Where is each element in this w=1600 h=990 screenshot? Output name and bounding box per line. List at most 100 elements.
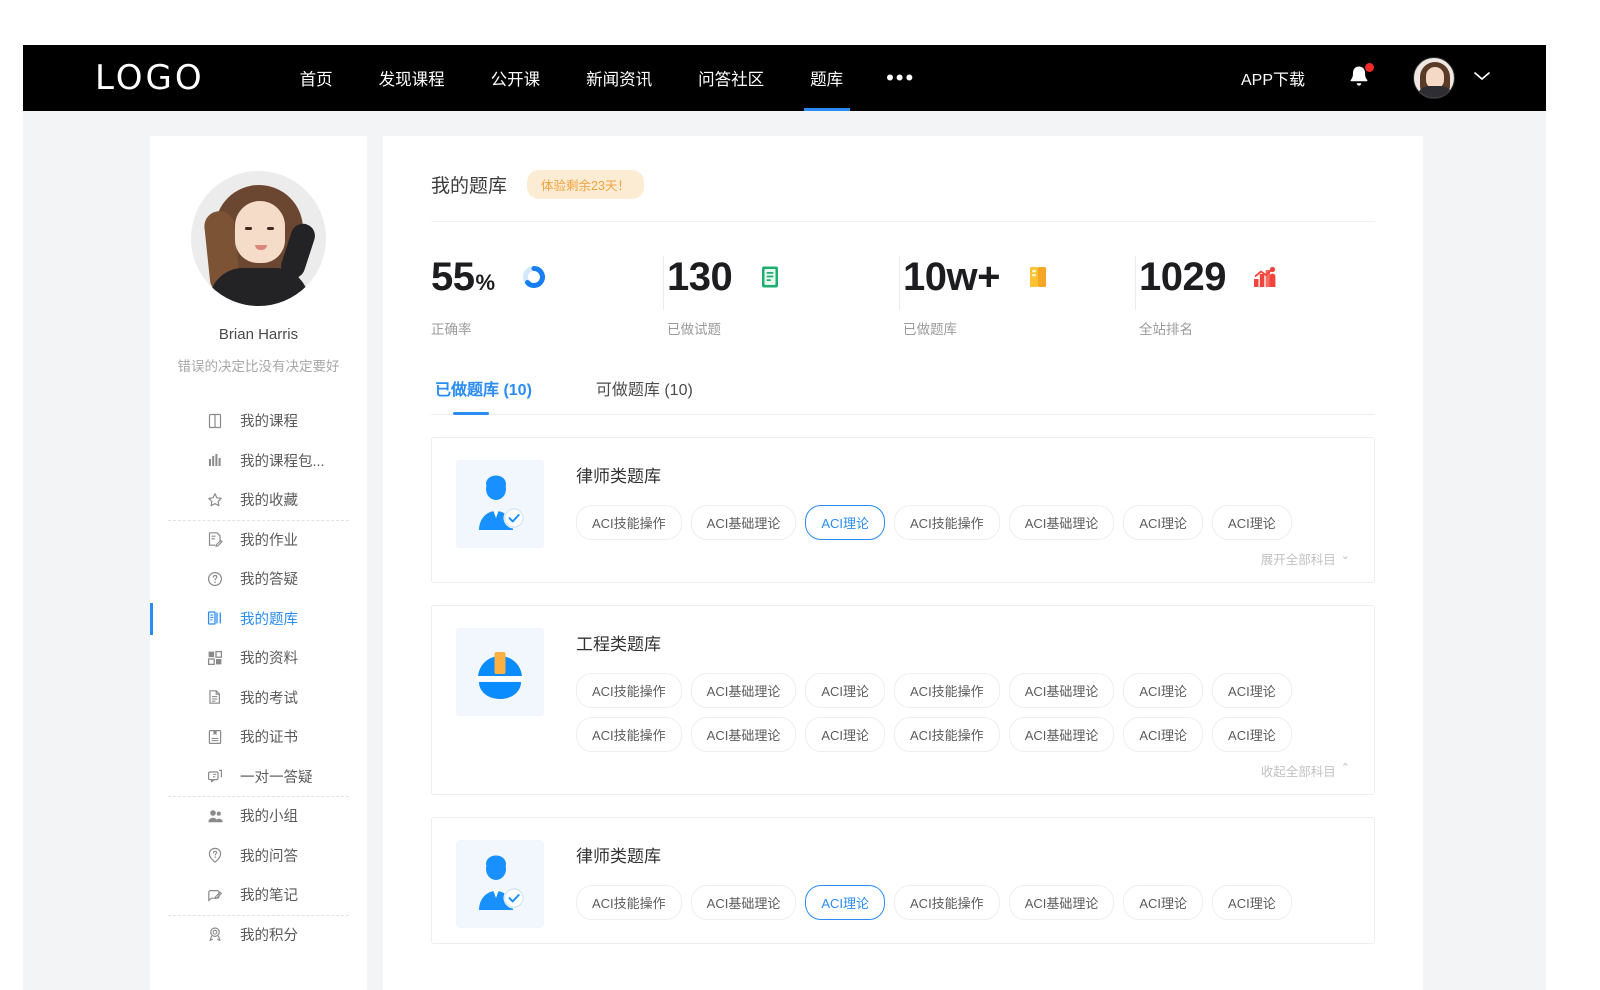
- sidebar: Brian Harris 错误的决定比没有决定要好 我的课程我的课程包...我的…: [150, 136, 367, 990]
- stat-value: 1029: [1139, 257, 1226, 297]
- stat-value-row: 10w+: [903, 252, 1139, 302]
- sidebar-item-2-6[interactable]: 我的证书: [150, 717, 367, 757]
- sidebar-item-2-2[interactable]: 我的答疑: [150, 559, 367, 599]
- stat-value-row: 55%: [431, 252, 667, 302]
- sidebar-item-3-2[interactable]: 我的问答: [150, 836, 367, 876]
- certificate-icon: [206, 728, 224, 746]
- user-avatar[interactable]: [1413, 57, 1455, 99]
- nav-item-3[interactable]: 公开课: [468, 45, 564, 111]
- notification-bell-button[interactable]: [1347, 64, 1373, 92]
- sidebar-item-2-5[interactable]: 我的考试: [150, 678, 367, 718]
- subject-tag[interactable]: ACI技能操作: [894, 717, 1000, 752]
- subject-tag[interactable]: ACI理论: [1212, 885, 1292, 920]
- toggle-label: 收起全部科目: [1261, 761, 1336, 780]
- user-menu-chevron-down-icon[interactable]: [1473, 69, 1491, 87]
- subject-tag[interactable]: ACI技能操作: [576, 505, 682, 540]
- toggle-all-subjects-link[interactable]: 展开全部科目⌄: [576, 549, 1350, 568]
- nav-item-4[interactable]: 新闻资讯: [563, 45, 675, 111]
- group-users-icon: [206, 807, 224, 825]
- tab-2[interactable]: 可做题库 (10): [592, 376, 697, 414]
- sidebar-item-1-1[interactable]: 我的课程: [150, 401, 367, 441]
- subject-tag[interactable]: ACI基础理论: [1009, 885, 1115, 920]
- main-content: 我的题库 体验剩余23天！ 55%正确率130已做试题10w+已做题库1029全…: [383, 136, 1423, 990]
- avatar-body: [1417, 86, 1453, 99]
- sidebar-menu: 我的课程我的课程包... 我的收藏我的作业我的答疑我的题库我的资料我的考试我的证书…: [150, 401, 367, 954]
- subject-tag[interactable]: ACI基础理论: [1009, 505, 1115, 540]
- subject-tag[interactable]: ACI基础理论: [691, 505, 797, 540]
- subject-tag-rows: ACI技能操作ACI基础理论ACI理论ACI技能操作ACI基础理论ACI理论AC…: [576, 505, 1350, 540]
- subject-tag[interactable]: ACI基础理论: [1009, 673, 1115, 708]
- subject-tag[interactable]: ACI技能操作: [894, 885, 1000, 920]
- subject-tag-selected[interactable]: ACI理论: [805, 885, 885, 920]
- stat-card-4: 1029 全站排名: [1139, 252, 1375, 338]
- workspace: Brian Harris 错误的决定比没有决定要好 我的课程我的课程包...我的…: [23, 111, 1546, 990]
- lawyer-icon: [456, 840, 544, 928]
- app-download-link[interactable]: APP下载: [1241, 66, 1305, 90]
- subject-tag[interactable]: ACI理论: [805, 717, 885, 752]
- stat-value: 10w+: [903, 257, 1000, 297]
- sidebar-item-2-4[interactable]: 我的资料: [150, 638, 367, 678]
- sidebar-item-3-3[interactable]: 我的笔记: [150, 875, 367, 915]
- toggle-all-subjects-link[interactable]: 收起全部科目⌃: [576, 761, 1350, 780]
- card-body: 律师类题库ACI技能操作ACI基础理论ACI理论ACI技能操作ACI基础理论AC…: [576, 840, 1350, 929]
- sidebar-item-label: 我的问答: [240, 845, 298, 866]
- stat-card-3: 10w+ 已做题库: [903, 252, 1139, 338]
- subject-tag[interactable]: ACI基础理论: [691, 885, 797, 920]
- question-bank-icon: [206, 609, 224, 627]
- stats-row: 55%正确率130已做试题10w+已做题库1029全站排名: [431, 222, 1375, 348]
- subject-tag[interactable]: ACI技能操作: [576, 673, 682, 708]
- sidebar-item-1-2[interactable]: 我的课程包...: [150, 441, 367, 481]
- sidebar-item-1-3[interactable]: 我的收藏: [150, 480, 367, 520]
- stat-number: 1029: [1139, 255, 1226, 299]
- subject-tag[interactable]: ACI理论: [1123, 885, 1203, 920]
- subject-tag[interactable]: ACI理论: [1123, 673, 1203, 708]
- stat-card-1: 55%正确率: [431, 252, 667, 338]
- page-title-row: 我的题库 体验剩余23天！: [431, 136, 1375, 222]
- note-pen-icon: [206, 886, 224, 904]
- profile-avatar-body: [209, 268, 309, 306]
- materials-icon: [206, 649, 224, 667]
- nav-item-1[interactable]: 首页: [277, 45, 356, 111]
- subject-tag[interactable]: ACI理论: [1212, 673, 1292, 708]
- nav-item-2[interactable]: 发现课程: [356, 45, 468, 111]
- sidebar-item-label: 我的考试: [240, 687, 298, 708]
- subject-tag[interactable]: ACI技能操作: [576, 885, 682, 920]
- stat-value-row: 130: [667, 252, 903, 302]
- subject-tag[interactable]: ACI理论: [1212, 505, 1292, 540]
- subject-tag[interactable]: ACI技能操作: [894, 505, 1000, 540]
- sidebar-item-active-2-3[interactable]: 我的题库: [150, 599, 367, 639]
- subject-tag-selected[interactable]: ACI理论: [805, 505, 885, 540]
- subject-tag[interactable]: ACI基础理论: [691, 717, 797, 752]
- yellow-books-icon: [1026, 264, 1052, 290]
- content-tabs: 已做题库 (10) 可做题库 (10): [431, 376, 1375, 415]
- stat-label: 全站排名: [1139, 318, 1375, 338]
- sidebar-item-2-1[interactable]: 我的作业: [150, 520, 367, 560]
- subject-tag[interactable]: ACI技能操作: [894, 673, 1000, 708]
- question-bank-card: 律师类题库ACI技能操作ACI基础理论ACI理论ACI技能操作ACI基础理论AC…: [431, 817, 1375, 944]
- subject-tag[interactable]: ACI技能操作: [576, 717, 682, 752]
- sidebar-item-2-7[interactable]: 一对一答疑: [150, 757, 367, 797]
- sidebar-item-4-1[interactable]: 我的积分: [150, 915, 367, 955]
- nav-item-6[interactable]: 题库: [787, 45, 866, 111]
- sidebar-item-label: 我的积分: [240, 924, 298, 945]
- sidebar-item-3-1[interactable]: 我的小组: [150, 796, 367, 836]
- nav-more-icon[interactable]: •••: [866, 45, 935, 111]
- subject-tag[interactable]: ACI理论: [805, 673, 885, 708]
- card-title: 工程类题库: [576, 630, 1350, 655]
- subject-tag[interactable]: ACI基础理论: [691, 673, 797, 708]
- nav-item-5[interactable]: 问答社区: [675, 45, 787, 111]
- sidebar-item-label: 我的收藏: [240, 489, 298, 510]
- site-logo[interactable]: LOGO: [95, 58, 205, 98]
- card-body: 工程类题库ACI技能操作ACI基础理论ACI理论ACI技能操作ACI基础理论AC…: [576, 628, 1350, 780]
- subject-tag[interactable]: ACI理论: [1123, 505, 1203, 540]
- stat-label: 已做题库: [903, 318, 1139, 338]
- subject-tag-row: ACI技能操作ACI基础理论ACI理论ACI技能操作ACI基础理论ACI理论AC…: [576, 885, 1350, 920]
- tab-1[interactable]: 已做题库 (10): [431, 376, 536, 414]
- subject-tag[interactable]: ACI理论: [1123, 717, 1203, 752]
- subject-tag[interactable]: ACI理论: [1212, 717, 1292, 752]
- sidebar-group-1: 我的课程我的课程包... 我的收藏: [150, 401, 367, 520]
- profile-avatar[interactable]: [191, 171, 326, 306]
- book-icon: [206, 412, 224, 430]
- stat-number: 130: [667, 255, 732, 299]
- subject-tag[interactable]: ACI基础理论: [1009, 717, 1115, 752]
